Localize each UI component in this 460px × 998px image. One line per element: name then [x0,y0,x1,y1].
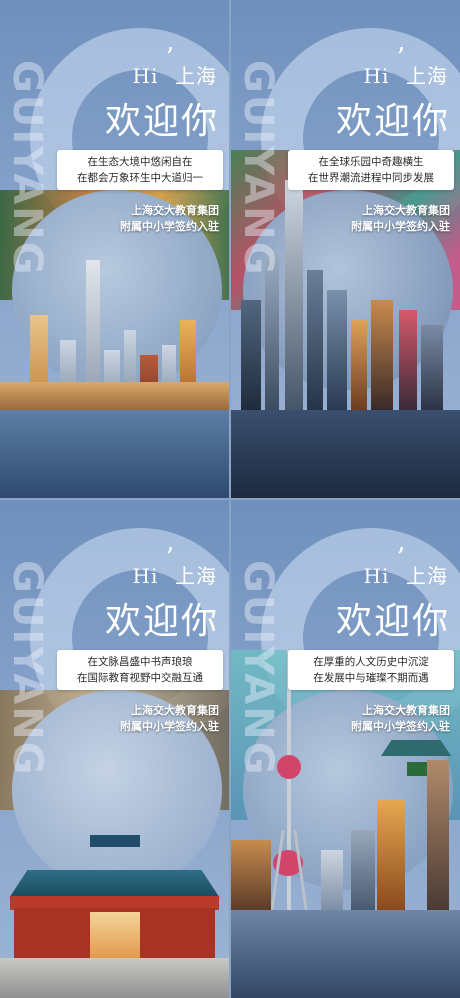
vertical-watermark: GUIYANG [235,560,281,777]
org-text: 上海交大教育集团 附属中小学签约入驻 [351,703,450,735]
poster-title: 欢迎你 [104,101,219,142]
tagline-line-2: 在都会万象环生中大道归一 [77,172,203,184]
greeting-hi: Hi [132,564,159,588]
greeting-hi: Hi [132,64,159,88]
tagline-line-2: 在世界潮流进程中同步发展 [308,172,434,184]
greeting-apostrophe: ’ [165,543,175,573]
org-text: 上海交大教育集团 附属中小学签约入驻 [120,703,219,735]
tagline-line-2: 在发展中与璀璨不期而遇 [313,672,429,684]
greeting-city: 上海 [175,564,217,588]
greeting: Hi ’上海 [132,545,217,589]
poster-3: GUIYANG Hi ’上海 欢迎你 在文脉昌盛中书声琅琅 在国际教育视野中交融… [0,500,229,998]
greeting: Hi ’上海 [363,545,448,589]
poster-4: GUIYANG Hi ’上海 欢迎你 在厚重的人文历史中沉淀 在发展中与璀璨不期… [231,500,460,998]
greeting-hi: Hi [363,64,390,88]
water [231,410,460,498]
poster-title: 欢迎你 [335,601,450,642]
greeting: Hi ’上海 [363,45,448,89]
poster-2: GUIYANG Hi ’上海 欢迎你 在全球乐园中奇趣横生 在世界潮流进程中同步… [231,0,460,498]
tagline-box: 在文脉昌盛中书声琅琅 在国际教育视野中交融互通 [57,650,223,690]
tagline-box: 在生态大境中悠闲自在 在都会万象环生中大道归一 [57,150,223,190]
org-line-2: 附属中小学签约入驻 [351,220,450,233]
tagline-line-2: 在国际教育视野中交融互通 [77,672,203,684]
tagline-line-1: 在厚重的人文历史中沉淀 [313,656,429,668]
poster-title: 欢迎你 [104,601,219,642]
greeting-hi: Hi [363,564,390,588]
greeting: Hi ’上海 [132,45,217,89]
greeting-city: 上海 [406,64,448,88]
org-line-2: 附属中小学签约入驻 [120,220,219,233]
tagline-line-1: 在生态大境中悠闲自在 [87,156,193,168]
vertical-watermark: GUIYANG [4,60,50,277]
greeting-apostrophe: ’ [396,543,406,573]
vertical-watermark: GUIYANG [235,60,281,277]
poster-title: 欢迎你 [335,101,450,142]
org-line-1: 上海交大教育集团 [362,704,450,717]
org-text: 上海交大教育集团 附属中小学签约入驻 [120,203,219,235]
org-line-1: 上海交大教育集团 [362,204,450,217]
greeting-city: 上海 [406,564,448,588]
greeting-city: 上海 [175,64,217,88]
org-line-2: 附属中小学签约入驻 [351,720,450,733]
tagline-box: 在全球乐园中奇趣横生 在世界潮流进程中同步发展 [288,150,454,190]
greeting-apostrophe: ’ [396,43,406,73]
water [231,910,460,998]
org-line-2: 附属中小学签约入驻 [120,720,219,733]
water [0,410,229,498]
org-text: 上海交大教育集团 附属中小学签约入驻 [351,203,450,235]
tagline-box: 在厚重的人文历史中沉淀 在发展中与璀璨不期而遇 [288,650,454,690]
greeting-apostrophe: ’ [165,43,175,73]
org-line-1: 上海交大教育集团 [131,704,219,717]
poster-grid: GUIYANG Hi ’上海 欢迎你 在生态大境中悠闲自在 在都会万象环生中大道… [0,0,460,998]
org-line-1: 上海交大教育集团 [131,204,219,217]
poster-1: GUIYANG Hi ’上海 欢迎你 在生态大境中悠闲自在 在都会万象环生中大道… [0,0,229,498]
tagline-line-1: 在全球乐园中奇趣横生 [318,156,424,168]
ground [0,958,229,998]
tagline-line-1: 在文脉昌盛中书声琅琅 [87,656,193,668]
vertical-watermark: GUIYANG [4,560,50,777]
